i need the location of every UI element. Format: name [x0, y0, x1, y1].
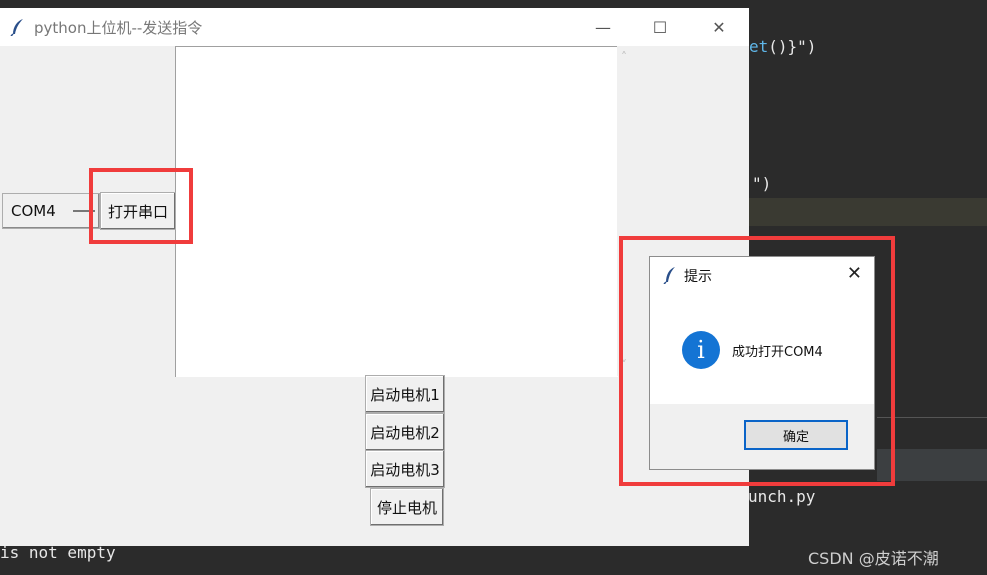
window-titlebar: python上位机--发送指令 — ☐ ✕ [0, 8, 749, 46]
close-button[interactable]: ✕ [690, 8, 748, 46]
start-motor1-button[interactable]: 启动电机1 [365, 375, 445, 413]
code-line: et()}") [749, 37, 817, 56]
editor-highlight-row [749, 198, 987, 226]
start-motor2-button[interactable]: 启动电机2 [365, 413, 445, 451]
stop-motor-button[interactable]: 停止电机 [370, 488, 444, 526]
start-motor3-button[interactable]: 启动电机3 [365, 450, 445, 488]
watermark: CSDN @皮诺不潮 [808, 549, 939, 568]
feather-icon [10, 19, 23, 36]
window-title: python上位机--发送指令 [34, 19, 203, 37]
terminal-line: unch.py [748, 487, 816, 506]
minimize-button[interactable]: — [574, 8, 632, 46]
scroll-up-icon[interactable]: ˄ [621, 50, 627, 64]
code-line: ") [752, 174, 772, 193]
output-text-area[interactable] [175, 46, 618, 377]
annotation-box-dialog [619, 236, 895, 486]
port-select[interactable]: COM4 [2, 193, 100, 229]
annotation-box-open-port [89, 168, 193, 244]
maximize-button[interactable]: ☐ [631, 8, 689, 46]
port-select-value: COM4 [11, 202, 56, 220]
